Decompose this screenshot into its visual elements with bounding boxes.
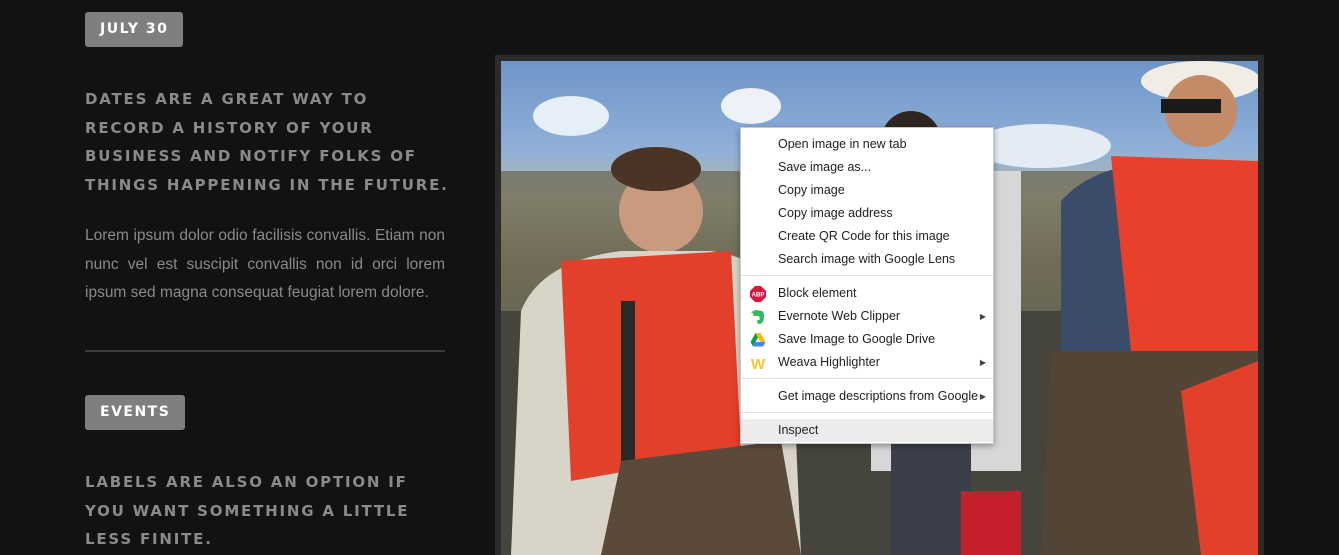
section-heading-2: Labels are also an option if you want so…: [85, 473, 410, 548]
menu-item-label: Search image with Google Lens: [778, 252, 956, 266]
svg-text:ABP: ABP: [752, 293, 765, 299]
menu-evernote-web-clipper[interactable]: Evernote Web Clipper ▶: [741, 305, 993, 328]
section-heading: Dates are a great way to record a histor…: [85, 90, 449, 194]
menu-item-label: Open image in new tab: [778, 137, 907, 151]
menu-weava-highlighter[interactable]: W Weava Highlighter ▶: [741, 351, 993, 374]
submenu-arrow-icon: ▶: [979, 358, 986, 367]
date-tag: JULY 30: [85, 12, 184, 47]
menu-item-label: Inspect: [778, 423, 819, 437]
menu-separator: [741, 412, 993, 413]
menu-item-label: Create QR Code for this image: [778, 229, 950, 243]
menu-block-element[interactable]: ABP Block element: [741, 282, 993, 305]
evernote-icon: [750, 309, 766, 325]
menu-item-label: Block element: [778, 286, 857, 300]
menu-separator: [741, 378, 993, 379]
menu-inspect[interactable]: Inspect: [741, 419, 993, 442]
divider: [85, 350, 445, 352]
google-drive-icon: [750, 332, 766, 348]
menu-copy-image-address[interactable]: Copy image address: [741, 202, 993, 225]
menu-copy-image[interactable]: Copy image: [741, 179, 993, 202]
adblock-plus-icon: ABP: [750, 286, 766, 302]
menu-item-label: Get image descriptions from Google: [778, 389, 979, 403]
menu-create-qr-code[interactable]: Create QR Code for this image: [741, 225, 993, 248]
menu-separator: [741, 275, 993, 276]
weava-icon: W: [750, 355, 766, 373]
menu-item-label: Copy image address: [778, 206, 893, 220]
menu-save-image-as[interactable]: Save image as...: [741, 156, 993, 179]
svg-text:W: W: [751, 356, 766, 371]
menu-item-label: Weava Highlighter: [778, 355, 880, 369]
submenu-arrow-icon: ▶: [979, 392, 986, 401]
menu-item-label: Save image as...: [778, 160, 872, 174]
section-body: Lorem ipsum dolor odio facilisis convall…: [85, 227, 445, 301]
menu-item-label: Save Image to Google Drive: [778, 332, 936, 346]
menu-open-image-new-tab[interactable]: Open image in new tab: [741, 133, 993, 156]
menu-item-label: Evernote Web Clipper: [778, 309, 901, 323]
menu-search-google-lens[interactable]: Search image with Google Lens: [741, 248, 993, 271]
context-menu: Open image in new tab Save image as... C…: [740, 127, 994, 444]
menu-save-to-google-drive[interactable]: Save Image to Google Drive: [741, 328, 993, 351]
menu-item-label: Copy image: [778, 183, 845, 197]
menu-get-image-descriptions[interactable]: Get image descriptions from Google ▶: [741, 385, 993, 408]
events-tag: EVENTS: [85, 395, 186, 430]
submenu-arrow-icon: ▶: [979, 312, 986, 321]
